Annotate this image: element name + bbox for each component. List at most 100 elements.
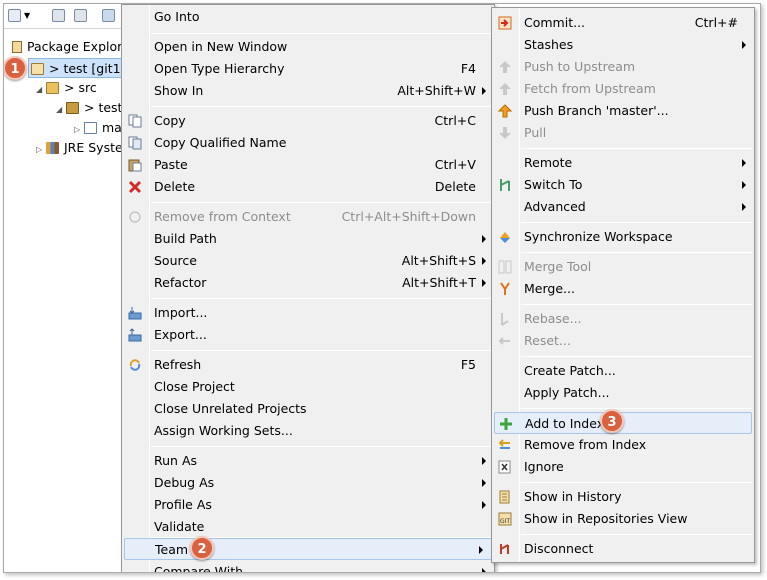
add-icon [499, 417, 513, 431]
tree-item-src[interactable]: ◢ > src [36, 78, 97, 98]
menu-item-close-unrelated-projects[interactable]: Close Unrelated Projects [122, 398, 494, 420]
menu-item-fetch-from-upstream[interactable]: Fetch from Upstream [492, 78, 754, 100]
collapse-arrow-icon[interactable]: ▷ [74, 120, 84, 140]
team-submenu: Commit... Ctrl+# Stashes Push to Upstream… [491, 7, 755, 563]
menu-item-merge-tool[interactable]: Merge Tool [492, 256, 754, 278]
menu-separator [521, 482, 752, 483]
package-explorer-icon [12, 41, 22, 53]
menu-item-merge[interactable]: Merge... [492, 278, 754, 300]
tree-item-java-file[interactable]: ▷ ma [74, 118, 122, 138]
menu-item-run-as[interactable]: Run As [122, 450, 494, 472]
menu-item-assign-working-sets[interactable]: Assign Working Sets... [122, 420, 494, 442]
menu-item-export[interactable]: Export... [122, 324, 494, 346]
menu-item-delete[interactable]: Delete Delete [122, 176, 494, 198]
submenu-arrow-icon [482, 501, 486, 509]
push-branch-icon [498, 104, 512, 118]
menu-item-advanced[interactable]: Advanced [492, 196, 754, 218]
expand-arrow-icon[interactable]: ◢ [56, 100, 66, 120]
menu-item-validate[interactable]: Validate [122, 516, 494, 538]
save-all-icon[interactable] [74, 9, 87, 22]
menu-item-switch-to[interactable]: Switch To [492, 174, 754, 196]
menu-item-open-type-hierarchy[interactable]: Open Type Hierarchy F4 [122, 58, 494, 80]
menu-item-import[interactable]: Import... [122, 302, 494, 324]
screenshot-frame: ▼ Package Explorer > test [git1 ◢> src ◢… [3, 3, 761, 573]
menu-item-go-into[interactable]: Go Into [122, 6, 494, 28]
refresh-icon [128, 358, 142, 372]
menu-item-source[interactable]: Source Alt+Shift+S [122, 250, 494, 272]
step-badge-1: 1 [4, 56, 27, 80]
menu-item-remove-from-index[interactable]: Remove from Index [492, 434, 754, 456]
copy-qualified-name-icon [128, 136, 142, 150]
menu-item-rebase[interactable]: Rebase... [492, 308, 754, 330]
menu-item-push-to-upstream[interactable]: Push to Upstream [492, 56, 754, 78]
submenu-arrow-icon [482, 235, 486, 243]
package-icon [66, 102, 79, 114]
svg-text:GIT: GIT [500, 518, 510, 525]
context-menu: Go Into Open in New Window Open Type Hie… [121, 4, 495, 572]
menu-separator [151, 298, 492, 299]
menu-item-create-patch[interactable]: Create Patch... [492, 360, 754, 382]
menu-separator [151, 106, 492, 107]
submenu-arrow-icon [742, 159, 746, 167]
menu-separator [521, 304, 752, 305]
menu-item-open-new-window[interactable]: Open in New Window [122, 36, 494, 58]
menu-item-show-in-repositories-view[interactable]: GIT Show in Repositories View [492, 508, 754, 530]
menu-item-debug-as[interactable]: Debug As [122, 472, 494, 494]
menu-item-profile-as[interactable]: Profile As [122, 494, 494, 516]
tree-item-jre[interactable]: ▷ JRE Syste [36, 138, 123, 158]
fetch-icon [498, 82, 512, 96]
toolbar-divider [4, 28, 124, 29]
menu-separator [151, 202, 492, 203]
menu-item-push-branch[interactable]: Push Branch 'master'... [492, 100, 754, 122]
tree-item-project[interactable]: > test [git1 [28, 58, 124, 78]
menu-item-stashes[interactable]: Stashes [492, 34, 754, 56]
menu-item-paste[interactable]: Paste Ctrl+V [122, 154, 494, 176]
submenu-arrow-icon [742, 181, 746, 189]
menu-separator [521, 534, 752, 535]
menu-item-ignore[interactable]: Ignore [492, 456, 754, 478]
menu-item-close-project[interactable]: Close Project [122, 376, 494, 398]
menu-item-compare-with[interactable]: Compare With [122, 561, 494, 572]
dropdown-arrow-icon[interactable]: ▼ [24, 11, 30, 20]
submenu-arrow-icon [742, 41, 746, 49]
menu-item-build-path[interactable]: Build Path [122, 228, 494, 250]
menu-item-pull[interactable]: Pull [492, 122, 754, 144]
menu-item-remove-from-context[interactable]: Remove from Context Ctrl+Alt+Shift+Down [122, 206, 494, 228]
menu-item-copy-qualified-name[interactable]: Copy Qualified Name [122, 132, 494, 154]
history-icon [498, 490, 512, 504]
java-file-icon [84, 122, 97, 134]
merge-tool-icon [498, 260, 512, 274]
menu-item-reset[interactable]: Reset... [492, 330, 754, 352]
menu-item-disconnect[interactable]: Disconnect [492, 538, 754, 560]
menu-item-show-in[interactable]: Show In Alt+Shift+W [122, 80, 494, 102]
menu-separator [151, 350, 492, 351]
rebase-icon [498, 312, 512, 326]
menu-separator [521, 148, 752, 149]
menu-item-refactor[interactable]: Refactor Alt+Shift+T [122, 272, 494, 294]
new-icon[interactable] [8, 9, 21, 22]
copy-icon [128, 114, 142, 128]
tab-package-explorer[interactable]: Package Explorer [12, 39, 124, 57]
save-icon[interactable] [52, 9, 65, 22]
push-icon [498, 60, 512, 74]
menu-item-team[interactable]: Team [124, 538, 492, 560]
submenu-arrow-icon [482, 257, 486, 265]
menu-item-copy[interactable]: Copy Ctrl+C [122, 110, 494, 132]
menu-item-show-in-history[interactable]: Show in History [492, 486, 754, 508]
window-icon[interactable] [102, 9, 115, 22]
submenu-arrow-icon [482, 479, 486, 487]
submenu-arrow-icon [482, 568, 486, 572]
menu-item-remote[interactable]: Remote [492, 152, 754, 174]
menu-separator [521, 222, 752, 223]
menu-item-commit[interactable]: Commit... Ctrl+# [492, 12, 754, 34]
menu-item-apply-patch[interactable]: Apply Patch... [492, 382, 754, 404]
menu-item-refresh[interactable]: Refresh F5 [122, 354, 494, 376]
paste-icon [128, 158, 142, 172]
tree-item-package[interactable]: ◢ > test [56, 98, 122, 118]
commit-icon [498, 16, 512, 30]
menu-item-synchronize-workspace[interactable]: Synchronize Workspace [492, 226, 754, 248]
collapse-arrow-icon[interactable]: ▷ [36, 140, 46, 160]
reset-icon [498, 334, 512, 348]
expand-arrow-icon[interactable]: ◢ [36, 80, 46, 100]
import-icon [128, 306, 142, 320]
